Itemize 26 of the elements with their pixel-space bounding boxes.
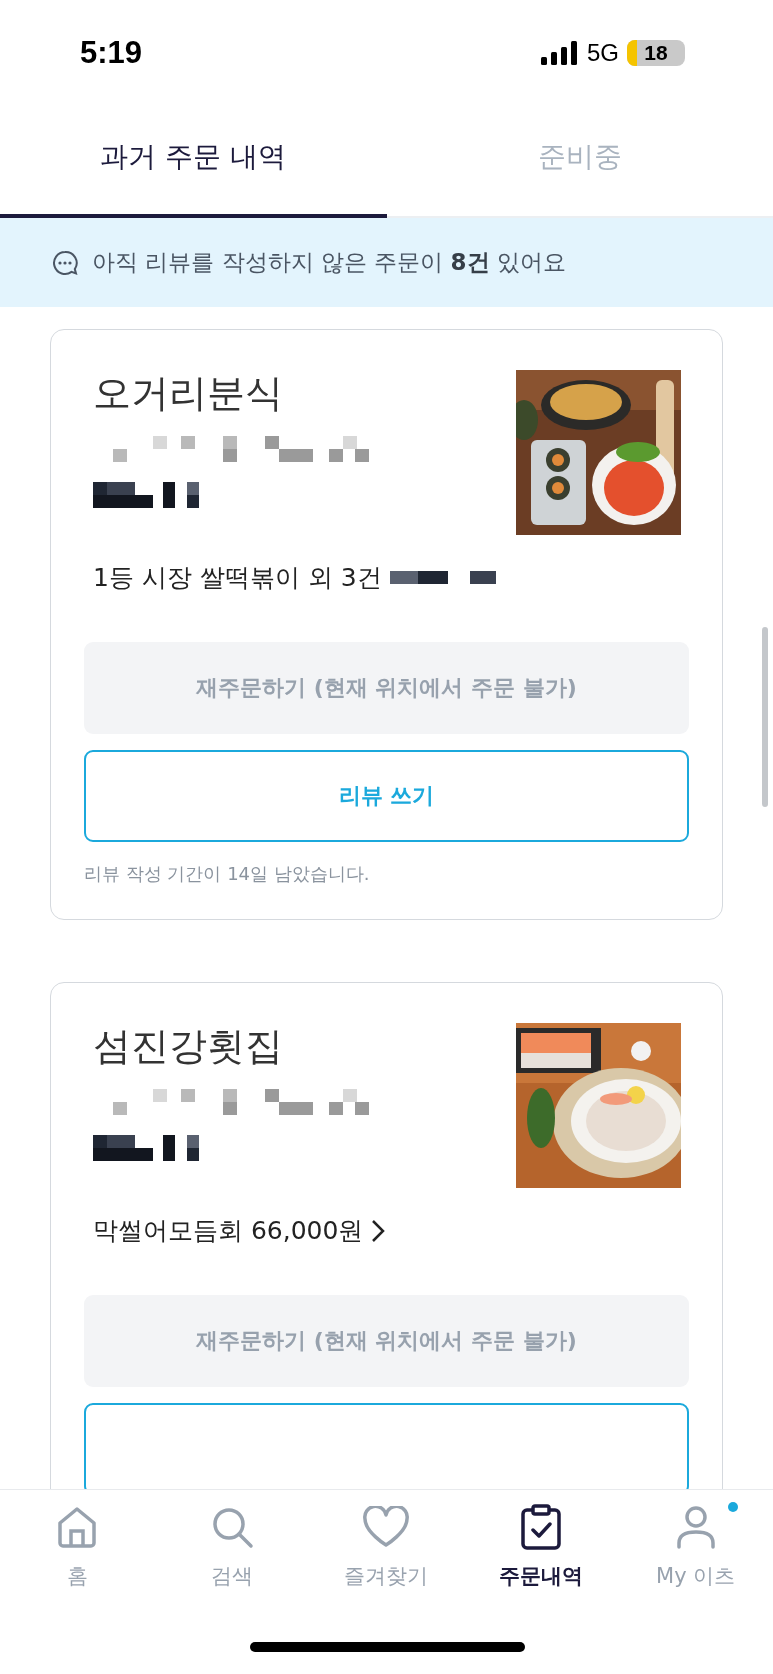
network-label: 5G <box>587 38 619 67</box>
reorder-button[interactable]: 재주문하기 (현재 위치에서 주문 불가) <box>84 1295 689 1387</box>
write-review-button[interactable] <box>84 1403 689 1489</box>
store-name: 오거리분식 <box>93 370 284 416</box>
order-summary: 막썰어모듬회 66,000원 <box>93 1215 364 1247</box>
heart-icon <box>362 1506 411 1548</box>
nav-tab[interactable]: 주문내역 <box>463 1502 619 1590</box>
scrollbar[interactable] <box>762 627 768 807</box>
store-name: 섬진강횟집 <box>93 1023 284 1069</box>
order-summary: 1등 시장 쌀떡볶이 외 3건 <box>93 562 382 594</box>
chat-bubble-icon <box>52 249 78 276</box>
nav-tab[interactable]: 홈 <box>0 1502 155 1590</box>
tab[interactable]: 준비중 <box>386 105 773 218</box>
review-deadline-note: 리뷰 작성 기간이 14일 남았습니다. <box>84 862 371 886</box>
battery-icon: 18 <box>627 39 685 66</box>
status-time: 5:19 <box>80 34 143 71</box>
nav-tab[interactable]: 즐겨찾기 <box>309 1502 464 1590</box>
signal-icon <box>541 40 579 65</box>
chevron-right-icon[interactable] <box>371 1218 386 1243</box>
clipboard-check-icon <box>521 1504 562 1550</box>
write-review-button[interactable]: 리뷰 쓰기 <box>84 750 689 842</box>
nav-tab[interactable]: My 이츠 <box>618 1502 773 1590</box>
nav-tab[interactable]: 검색 <box>154 1502 310 1590</box>
reorder-button[interactable]: 재주문하기 (현재 위치에서 주문 불가) <box>84 642 689 734</box>
person-icon <box>675 1505 716 1549</box>
review-reminder-text: 아직 리뷰를 작성하지 않은 주문이 8건 있어요 <box>92 248 566 277</box>
